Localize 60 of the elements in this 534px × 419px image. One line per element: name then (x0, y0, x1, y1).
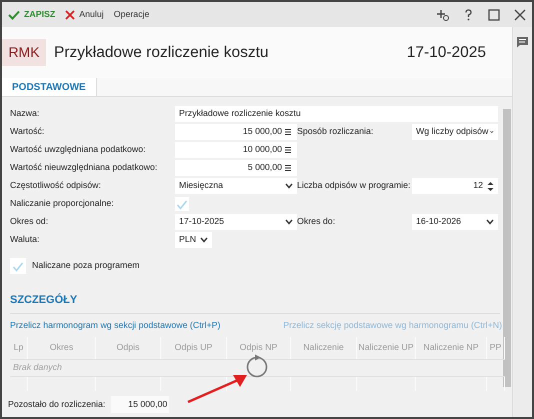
document-type-badge: RMK (2, 39, 46, 66)
field-label: Okres od: (10, 215, 50, 228)
field-label: Wartość nieuwzględniana podatkowo: (10, 161, 158, 174)
text-field[interactable]: Przykładowe rozliczenie kosztu (175, 106, 498, 122)
checkbox-label: Naliczane poza programem (32, 259, 140, 272)
check-icon (8, 10, 20, 20)
column-header[interactable]: Okres (28, 336, 96, 359)
menu-icon[interactable] (282, 146, 293, 154)
chevron-down-icon (486, 219, 494, 225)
chevron-down-icon (285, 183, 293, 189)
field-label: Częstotliwość odpisów: (10, 179, 102, 192)
dropdown[interactable]: 16-10-2026 (412, 214, 498, 230)
dropdown[interactable]: Miesięczna (175, 178, 297, 194)
close-icon (65, 10, 76, 20)
chevron-down-icon (200, 237, 208, 243)
field-label: Sposób rozliczania: (297, 125, 374, 138)
field-label: Naliczanie proporcjonalne: (10, 197, 115, 210)
maximize-icon[interactable] (488, 8, 500, 20)
amount-field[interactable]: 15 000,00 (175, 124, 297, 140)
loading-spinner-icon (246, 354, 268, 378)
field-label: Okres do: (297, 215, 336, 228)
menu-icon[interactable] (282, 164, 293, 172)
help-icon[interactable] (463, 8, 474, 20)
column-header[interactable]: Odpis UP (161, 336, 227, 359)
dropdown[interactable]: PLN (175, 232, 212, 248)
tab[interactable]: PODSTAWOWE (2, 78, 97, 96)
amount-field[interactable]: 5 000,00 (175, 160, 297, 176)
field-label: Wartość: (10, 125, 46, 138)
menu-icon[interactable] (282, 128, 293, 136)
field-label: Liczba odpisów w programie: (297, 179, 412, 192)
checkbox[interactable] (175, 197, 189, 211)
field-label: Pozostało do rozliczenia: (8, 398, 106, 411)
column-header[interactable]: Naliczenie (291, 336, 357, 359)
field-label: Waluta: (10, 233, 40, 246)
amount-field: 15 000,00 (111, 396, 170, 413)
dropdown[interactable]: 17-10-2025 (175, 214, 297, 230)
column-header[interactable]: Odpis (96, 336, 161, 359)
checkbox[interactable] (10, 258, 26, 274)
save-button[interactable]: ZAPISZ (8, 8, 56, 22)
chevron-down-icon (285, 219, 293, 225)
column-header[interactable]: Lp (10, 336, 28, 359)
action-link[interactable]: Przelicz harmonogram wg sekcji podstawowe (Ctrl+P) (10, 318, 220, 332)
number-spinner[interactable]: 12 (412, 178, 498, 194)
document-date: 17-10-2025 (406, 42, 486, 63)
field-label: Nazwa: (10, 107, 40, 120)
comment-icon[interactable] (516, 36, 529, 48)
add-icon[interactable] (436, 8, 449, 20)
close-icon[interactable] (514, 8, 526, 20)
cancel-button[interactable]: Anuluj (65, 8, 104, 22)
document-title: Przykładowe rozliczenie kosztu (54, 42, 269, 63)
dropdown[interactable]: Wg liczby odpisów (412, 124, 498, 140)
scrollbar-thumb[interactable] (503, 109, 511, 387)
spin-arrows-icon[interactable] (487, 180, 494, 192)
operations-menu[interactable]: Operacje (114, 8, 150, 22)
column-header[interactable]: Naliczenie UP (357, 336, 416, 359)
amount-field[interactable]: 10 000,00 (175, 142, 297, 158)
column-header[interactable]: Naliczenie NP (416, 336, 487, 359)
section-heading: SZCZEGÓŁY (10, 292, 500, 314)
empty-message: Brak danych (10, 358, 505, 377)
field-label: Wartość uwzględniana podatkowo: (10, 143, 147, 156)
